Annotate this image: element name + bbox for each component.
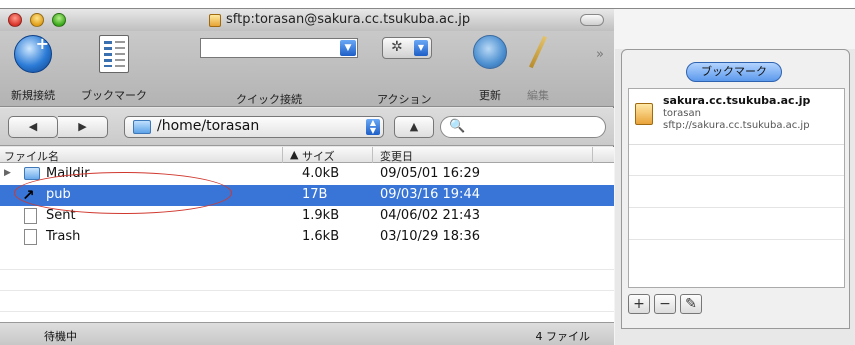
overflow-chevron-icon[interactable]: » <box>596 47 604 62</box>
new-connection-label: 新規接続 <box>11 89 55 102</box>
remove-bookmark-button[interactable]: − <box>654 294 676 314</box>
edit-button[interactable]: 編集 <box>516 35 560 103</box>
row-divider <box>629 239 844 240</box>
file-size: 4.0kB <box>302 166 340 181</box>
bookmark-list: sakura.cc.tsukuba.ac.jp torasan sftp://s… <box>628 88 845 288</box>
pencil-icon: ✎ <box>685 296 697 312</box>
back-button[interactable]: ◀ <box>8 116 58 138</box>
bookmark-title: sakura.cc.tsukuba.ac.jp <box>663 94 811 107</box>
parent-folder-button[interactable]: ▲ <box>394 116 434 138</box>
bookmark-label: ブックマーク <box>81 89 147 102</box>
table-row[interactable]: Trash 1.6kB 03/10/29 18:36 <box>0 227 614 248</box>
status-text: 待機中 <box>44 330 77 343</box>
table-row[interactable]: ▶ Maildir 4.0kB 09/05/01 16:29 <box>0 164 614 185</box>
search-icon: 🔍 <box>449 119 466 134</box>
file-size: 1.9kB <box>302 208 340 223</box>
file-name: Sent <box>46 208 76 223</box>
action-menu-button[interactable]: ✲ ▼ <box>382 37 432 59</box>
row-divider <box>0 290 614 291</box>
row-divider <box>629 207 844 208</box>
chevron-down-icon: ▼ <box>414 40 428 56</box>
quick-connect-label: クイック接続 <box>236 93 302 106</box>
file-modified: 09/05/01 16:29 <box>380 166 480 181</box>
folder-icon <box>24 167 40 180</box>
file-name: Maildir <box>46 166 90 181</box>
document-icon <box>24 208 37 224</box>
edit-bookmark-button[interactable]: ✎ <box>680 294 702 314</box>
column-header-name[interactable]: ファイル名 <box>4 148 59 164</box>
document-icon <box>24 229 37 245</box>
chevron-down-icon[interactable]: ▼ <box>340 40 356 56</box>
file-name: Trash <box>46 229 81 244</box>
file-modified: 09/03/16 19:44 <box>380 187 480 202</box>
file-modified: 04/06/02 21:43 <box>380 208 480 223</box>
row-divider <box>629 175 844 176</box>
close-button[interactable] <box>8 13 22 27</box>
navigation-bar: ◀ ▶ /home/torasan ▲ ▼ ▲ 🔍 <box>0 108 614 146</box>
bookmark-tab[interactable]: ブックマーク <box>686 62 782 82</box>
toolbar-toggle-button[interactable] <box>580 14 604 26</box>
symlink-icon: ↗ <box>22 186 35 204</box>
file-size: 17B <box>302 187 328 202</box>
column-header-modified[interactable]: 変更日 <box>380 148 413 164</box>
search-field[interactable]: 🔍 <box>440 116 606 138</box>
server-icon <box>635 103 653 125</box>
bookmarks-drawer: ブックマーク sakura.cc.tsukuba.ac.jp torasan s… <box>621 49 850 329</box>
toolbar: 新規接続 ブックマーク ▼ クイック接続 ✲ ▼ アクション 更新 編集 » <box>0 31 614 107</box>
table-row[interactable]: ↗ pub 17B 09/03/16 19:44 <box>0 185 614 206</box>
up-down-arrows-icon: ▲ ▼ <box>366 119 380 135</box>
file-size: 1.6kB <box>302 229 340 244</box>
row-divider <box>0 311 614 312</box>
server-icon <box>209 14 221 27</box>
refresh-icon <box>473 35 507 69</box>
pencil-icon <box>529 35 547 69</box>
bookmark-button[interactable]: ブックマーク <box>72 35 156 103</box>
sort-ascending-icon: ▲ <box>290 148 299 161</box>
file-modified: 03/10/29 18:36 <box>380 229 480 244</box>
clipped-caption-strip <box>0 0 855 8</box>
bookmarks-drawer-area: ブックマーク sakura.cc.tsukuba.ac.jp torasan s… <box>615 9 855 345</box>
row-divider <box>0 269 614 270</box>
refresh-button[interactable]: 更新 <box>468 35 512 103</box>
bookmark-list-icon <box>99 35 129 73</box>
minimize-button[interactable] <box>30 13 44 27</box>
file-table: ファイル名 ▲ サイズ 変更日 ▶ Maildir 4.0kB 09/05/01… <box>0 147 614 322</box>
bookmark-user: torasan <box>663 108 701 119</box>
edit-label: 編集 <box>527 89 549 102</box>
sftp-window: sftp:torasan@sakura.cc.tsukuba.ac.jp 新規接… <box>0 9 614 345</box>
folder-icon <box>133 120 151 134</box>
new-connection-button[interactable]: 新規接続 <box>4 34 62 103</box>
gear-icon: ✲ <box>391 39 403 55</box>
add-bookmark-button[interactable]: + <box>628 294 650 314</box>
disclosure-triangle-icon[interactable]: ▶ <box>4 168 11 178</box>
panel-top <box>615 9 855 49</box>
table-header: ファイル名 ▲ サイズ 変更日 <box>0 147 614 163</box>
file-name: pub <box>46 187 71 202</box>
globe-plus-icon <box>14 34 52 73</box>
status-bar: 待機中 4 ファイル <box>0 322 614 345</box>
path-text: /home/torasan <box>157 118 260 134</box>
list-item[interactable]: sakura.cc.tsukuba.ac.jp torasan sftp://s… <box>629 89 844 145</box>
zoom-button[interactable] <box>52 13 66 27</box>
quick-connect-combo[interactable]: ▼ <box>200 38 358 58</box>
window-title: sftp:torasan@sakura.cc.tsukuba.ac.jp <box>226 12 471 27</box>
title-bar: sftp:torasan@sakura.cc.tsukuba.ac.jp <box>0 9 614 31</box>
column-header-size[interactable]: サイズ <box>302 148 335 164</box>
table-row[interactable]: Sent 1.9kB 04/06/02 21:43 <box>0 206 614 227</box>
action-label: アクション <box>377 93 432 106</box>
bookmark-url: sftp://sakura.cc.tsukuba.ac.jp <box>663 120 810 131</box>
file-count: 4 ファイル <box>535 330 591 343</box>
refresh-label: 更新 <box>479 89 501 102</box>
path-popup[interactable]: /home/torasan ▲ ▼ <box>124 116 384 138</box>
forward-button[interactable]: ▶ <box>58 116 108 138</box>
